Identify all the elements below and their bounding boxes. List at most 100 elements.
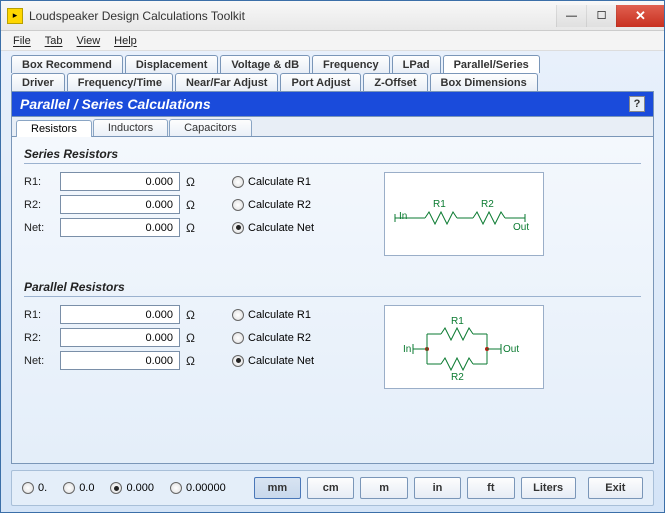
sub-tabs: Resistors Inductors Capacitors bbox=[11, 117, 654, 137]
diag-r1-label: R1 bbox=[451, 316, 464, 327]
exit-button[interactable]: Exit bbox=[588, 477, 643, 499]
content-area: Box Recommend Displacement Voltage & dB … bbox=[1, 51, 664, 512]
unit-m-button[interactable]: m bbox=[360, 477, 407, 499]
precision-label: 0.00000 bbox=[186, 482, 226, 494]
main-tabs: Box Recommend Displacement Voltage & dB … bbox=[11, 55, 654, 91]
radio-label: Calculate R2 bbox=[248, 199, 311, 211]
parallel-section: R1: Ω Calculate R1 R2: Ω bbox=[24, 305, 641, 389]
precision-label: 0.0 bbox=[79, 482, 94, 494]
precision-1-radio[interactable]: 0.0 bbox=[63, 482, 94, 494]
tab-port-adjust[interactable]: Port Adjust bbox=[280, 73, 361, 91]
radio-label: Calculate Net bbox=[248, 355, 314, 367]
window-buttons: — ☐ ✕ bbox=[556, 5, 664, 27]
radio-icon bbox=[232, 309, 244, 321]
tab-box-dimensions[interactable]: Box Dimensions bbox=[430, 73, 538, 91]
app-icon: ▸ bbox=[7, 8, 23, 24]
tab-box-recommend[interactable]: Box Recommend bbox=[11, 55, 123, 73]
subtab-resistors[interactable]: Resistors bbox=[16, 120, 92, 137]
radio-label: Calculate R2 bbox=[248, 332, 311, 344]
series-section: R1: Ω Calculate R1 R2: Ω bbox=[24, 172, 641, 256]
divider bbox=[24, 296, 641, 297]
parallel-net-label: Net: bbox=[24, 355, 54, 367]
radio-icon bbox=[232, 355, 244, 367]
parallel-r2-label: R2: bbox=[24, 332, 54, 344]
parallel-calc-r2-radio[interactable]: Calculate R2 bbox=[232, 332, 311, 344]
series-r2-label: R2: bbox=[24, 199, 54, 211]
tab-frequency[interactable]: Frequency bbox=[312, 55, 390, 73]
diag-r2-label: R2 bbox=[481, 199, 494, 210]
tab-parallel-series[interactable]: Parallel/Series bbox=[443, 55, 540, 73]
radio-icon bbox=[170, 482, 182, 494]
menu-view[interactable]: View bbox=[71, 33, 107, 49]
parallel-title: Parallel Resistors bbox=[24, 280, 641, 294]
radio-icon bbox=[232, 332, 244, 344]
divider bbox=[24, 163, 641, 164]
radio-label: Calculate Net bbox=[248, 222, 314, 234]
diag-in-label: In bbox=[399, 211, 407, 222]
series-net-label: Net: bbox=[24, 222, 54, 234]
radio-icon bbox=[22, 482, 34, 494]
tab-displacement[interactable]: Displacement bbox=[125, 55, 219, 73]
series-calc-r1-radio[interactable]: Calculate R1 bbox=[232, 176, 311, 188]
tab-lpad[interactable]: LPad bbox=[392, 55, 441, 73]
parallel-r2-input[interactable] bbox=[60, 328, 180, 347]
subtab-inductors[interactable]: Inductors bbox=[93, 119, 168, 136]
unit-ft-button[interactable]: ft bbox=[467, 477, 514, 499]
series-title: Series Resistors bbox=[24, 147, 641, 161]
help-button[interactable]: ? bbox=[629, 96, 645, 112]
radio-icon bbox=[232, 176, 244, 188]
series-diagram: In R1 R2 Out bbox=[384, 172, 544, 256]
bottom-bar: 0. 0.0 0.000 0.00000 mm cm m in ft Liter… bbox=[11, 470, 654, 506]
subtab-capacitors[interactable]: Capacitors bbox=[169, 119, 252, 136]
unit-cm-button[interactable]: cm bbox=[307, 477, 354, 499]
panel-title-text: Parallel / Series Calculations bbox=[20, 96, 211, 112]
menu-file[interactable]: File bbox=[7, 33, 37, 49]
diag-r1-label: R1 bbox=[433, 199, 446, 210]
maximize-button[interactable]: ☐ bbox=[586, 5, 616, 27]
series-calc-net-radio[interactable]: Calculate Net bbox=[232, 222, 314, 234]
app-window: ▸ Loudspeaker Design Calculations Toolki… bbox=[0, 0, 665, 513]
series-r2-input[interactable] bbox=[60, 195, 180, 214]
menubar: File Tab View Help bbox=[1, 31, 664, 51]
precision-5-radio[interactable]: 0.00000 bbox=[170, 482, 226, 494]
ohm-unit: Ω bbox=[186, 308, 200, 322]
diag-out-label: Out bbox=[503, 344, 519, 355]
unit-liters-button[interactable]: Liters bbox=[521, 477, 576, 499]
unit-in-button[interactable]: in bbox=[414, 477, 461, 499]
tab-z-offset[interactable]: Z-Offset bbox=[363, 73, 427, 91]
diag-out-label: Out bbox=[513, 222, 529, 233]
radio-icon bbox=[63, 482, 75, 494]
parallel-calc-net-radio[interactable]: Calculate Net bbox=[232, 355, 314, 367]
radio-icon bbox=[232, 222, 244, 234]
radio-icon bbox=[110, 482, 122, 494]
titlebar: ▸ Loudspeaker Design Calculations Toolki… bbox=[1, 1, 664, 31]
ohm-unit: Ω bbox=[186, 221, 200, 235]
subpanel: Series Resistors R1: Ω Calculate R1 R2: bbox=[11, 137, 654, 464]
radio-label: Calculate R1 bbox=[248, 309, 311, 321]
tab-voltage-db[interactable]: Voltage & dB bbox=[220, 55, 310, 73]
tab-frequency-time[interactable]: Frequency/Time bbox=[67, 73, 173, 91]
ohm-unit: Ω bbox=[186, 331, 200, 345]
tab-near-far[interactable]: Near/Far Adjust bbox=[175, 73, 279, 91]
ohm-unit: Ω bbox=[186, 198, 200, 212]
tab-driver[interactable]: Driver bbox=[11, 73, 65, 91]
radio-icon bbox=[232, 199, 244, 211]
diag-r2-label: R2 bbox=[451, 372, 464, 383]
parallel-calc-r1-radio[interactable]: Calculate R1 bbox=[232, 309, 311, 321]
close-button[interactable]: ✕ bbox=[616, 5, 664, 27]
parallel-r1-label: R1: bbox=[24, 309, 54, 321]
parallel-diagram: In R1 R2 bbox=[384, 305, 544, 389]
menu-tab[interactable]: Tab bbox=[39, 33, 69, 49]
unit-mm-button[interactable]: mm bbox=[254, 477, 301, 499]
series-r1-input[interactable] bbox=[60, 172, 180, 191]
panel-title: Parallel / Series Calculations ? bbox=[11, 91, 654, 117]
precision-3-radio[interactable]: 0.000 bbox=[110, 482, 154, 494]
parallel-r1-input[interactable] bbox=[60, 305, 180, 324]
precision-0-radio[interactable]: 0. bbox=[22, 482, 47, 494]
parallel-net-input[interactable] bbox=[60, 351, 180, 370]
series-calc-r2-radio[interactable]: Calculate R2 bbox=[232, 199, 311, 211]
minimize-button[interactable]: — bbox=[556, 5, 586, 27]
precision-label: 0. bbox=[38, 482, 47, 494]
series-net-input[interactable] bbox=[60, 218, 180, 237]
menu-help[interactable]: Help bbox=[108, 33, 143, 49]
